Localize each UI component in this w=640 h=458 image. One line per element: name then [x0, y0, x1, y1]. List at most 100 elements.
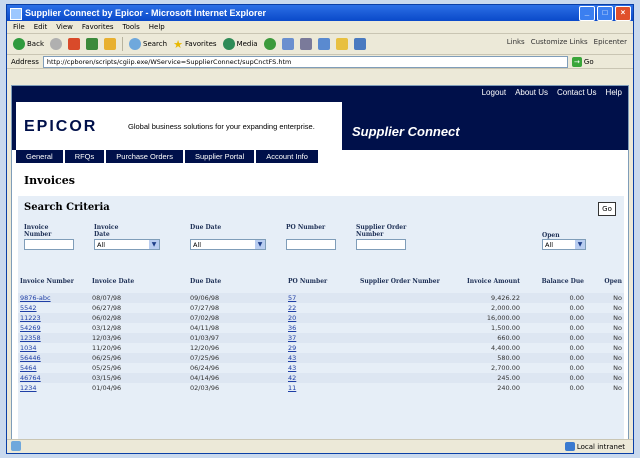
po-link[interactable]: 43	[288, 364, 296, 372]
invoice-link[interactable]: 56446	[20, 354, 41, 362]
print-icon[interactable]	[299, 38, 312, 50]
menu-help[interactable]: Help	[149, 21, 165, 33]
invoice-amount-cell: 9,426.22	[458, 293, 522, 303]
go-arrow-icon: →	[571, 56, 582, 67]
col-invoice-date[interactable]: Invoice Date	[90, 278, 188, 293]
invoice-link[interactable]: 1234	[20, 384, 37, 392]
contact-us-link[interactable]: Contact Us	[557, 88, 597, 97]
due-date-cell: 09/06/98	[188, 293, 286, 303]
due-date-cell: 02/03/96	[190, 384, 220, 392]
invoice-link[interactable]: 54269	[20, 324, 41, 332]
logout-link[interactable]: Logout	[482, 88, 506, 97]
due-date-select[interactable]: All ▼	[190, 239, 266, 250]
menu-file[interactable]: File	[13, 21, 25, 33]
back-button[interactable]: Back	[13, 38, 44, 50]
open-label: Open	[542, 232, 560, 239]
po-link[interactable]: 37	[288, 334, 296, 342]
po-link[interactable]: 43	[288, 354, 296, 362]
search-criteria-panel: Search Criteria Go Invoice Number Invoic…	[18, 196, 624, 440]
po-link[interactable]: 36	[288, 324, 296, 332]
tab-rfqs[interactable]: RFQs	[65, 150, 107, 163]
table-row: 46764 03/15/96 04/14/96 42 245.00 0.00 N…	[18, 373, 624, 383]
po-link[interactable]: 11	[288, 384, 296, 392]
forward-arrow-icon[interactable]	[50, 38, 62, 50]
minimize-button[interactable]: _	[579, 6, 595, 21]
menu-edit[interactable]: Edit	[34, 21, 48, 33]
invoice-link[interactable]: 1034	[20, 344, 37, 352]
favorites-button[interactable]: ★ Favorites	[173, 38, 217, 51]
tab-purchase-orders[interactable]: Purchase Orders	[106, 150, 185, 163]
table-row: 1234 01/04/96 02/03/96 11 240.00 0.00 No	[18, 383, 624, 393]
invoice-amount-cell: 1,500.00	[491, 324, 520, 332]
po-number-input[interactable]	[286, 239, 336, 250]
folder-icon[interactable]	[335, 38, 348, 50]
search-go-button[interactable]: Go	[598, 202, 616, 216]
tab-account-info[interactable]: Account Info	[256, 150, 320, 163]
col-invoice-amount[interactable]: Invoice Amount	[458, 278, 522, 293]
help-link[interactable]: Help	[606, 88, 622, 97]
history-icon[interactable]	[263, 38, 276, 50]
supplier-order-cell	[358, 353, 458, 363]
about-us-link[interactable]: About Us	[515, 88, 548, 97]
edit-icon[interactable]	[317, 38, 330, 50]
invoice-link[interactable]: 9876-abc	[20, 294, 51, 302]
open-select[interactable]: All ▼	[542, 239, 586, 250]
search-criteria-title: Search Criteria	[24, 202, 110, 213]
media-button[interactable]: Media	[222, 38, 258, 50]
table-row: 5464 05/25/96 06/24/96 43 2,700.00 0.00 …	[18, 363, 624, 373]
col-balance-due[interactable]: Balance Due	[522, 278, 586, 293]
invoice-link[interactable]: 12358	[20, 334, 41, 342]
messenger-icon[interactable]	[353, 38, 366, 50]
tab-supplier-portal[interactable]: Supplier Portal	[185, 150, 257, 163]
refresh-icon[interactable]	[86, 38, 98, 50]
col-invoice-number[interactable]: Invoice Number	[18, 278, 90, 293]
close-button[interactable]: ×	[615, 6, 631, 21]
menu-tools[interactable]: Tools	[123, 21, 140, 33]
balance-due-cell: 0.00	[522, 353, 586, 363]
balance-due-cell: 0.00	[569, 344, 584, 352]
links-bar: Links Customize Links Epicenter	[507, 38, 627, 46]
po-link[interactable]: 29	[288, 344, 296, 352]
invoice-number-input[interactable]	[24, 239, 74, 250]
browser-window: Supplier Connect by Epicor - Microsoft I…	[6, 4, 634, 454]
col-supplier-order-number[interactable]: Supplier Order Number	[358, 278, 458, 293]
invoice-date-select[interactable]: All ▼	[94, 239, 160, 250]
search-icon	[129, 38, 141, 50]
invoice-link[interactable]: 5464	[20, 364, 37, 372]
search-button[interactable]: Search	[129, 38, 167, 50]
supplier-order-number-input[interactable]	[356, 239, 406, 250]
menu-view[interactable]: View	[56, 21, 73, 33]
po-link[interactable]: 20	[288, 314, 296, 322]
table-row: 54269 03/12/98 04/11/98 36 1,500.00 0.00…	[18, 323, 624, 333]
menu-bar: File Edit View Favorites Tools Help	[7, 21, 633, 34]
po-link[interactable]: 42	[288, 374, 296, 382]
tab-general[interactable]: General	[16, 150, 65, 163]
home-icon[interactable]	[104, 38, 116, 50]
po-link[interactable]: 57	[288, 294, 296, 302]
mail-icon[interactable]	[281, 38, 294, 50]
due-date-cell: 04/11/98	[190, 324, 220, 332]
open-cell: No	[613, 384, 622, 392]
due-date-cell: 01/03/97	[188, 333, 286, 343]
due-date-cell: 12/20/96	[190, 344, 220, 352]
address-go-button[interactable]: → Go	[571, 56, 594, 67]
ie-icon	[10, 8, 22, 20]
col-due-date[interactable]: Due Date	[188, 278, 286, 293]
invoice-link[interactable]: 5542	[20, 304, 37, 312]
col-open[interactable]: Open	[586, 278, 624, 293]
maximize-button[interactable]: □	[597, 6, 613, 21]
stop-icon[interactable]	[68, 38, 80, 50]
address-field[interactable]: http://cpboren/scripts/cgiip.exe/WServic…	[42, 55, 568, 68]
invoice-amount-cell: 660.00	[458, 333, 522, 343]
open-cell: No	[586, 373, 624, 383]
link-customize-links[interactable]: Customize Links	[531, 38, 588, 46]
balance-due-cell: 0.00	[522, 313, 586, 323]
invoice-link[interactable]: 46764	[20, 374, 41, 382]
col-po-number[interactable]: PO Number	[286, 278, 358, 293]
po-link[interactable]: 22	[288, 304, 296, 312]
invoice-amount-cell: 16,000.00	[458, 313, 522, 323]
link-epicenter[interactable]: Epicenter	[594, 38, 627, 46]
due-date-cell: 07/27/98	[190, 304, 220, 312]
menu-favorites[interactable]: Favorites	[82, 21, 114, 33]
invoice-link[interactable]: 11223	[20, 314, 41, 322]
